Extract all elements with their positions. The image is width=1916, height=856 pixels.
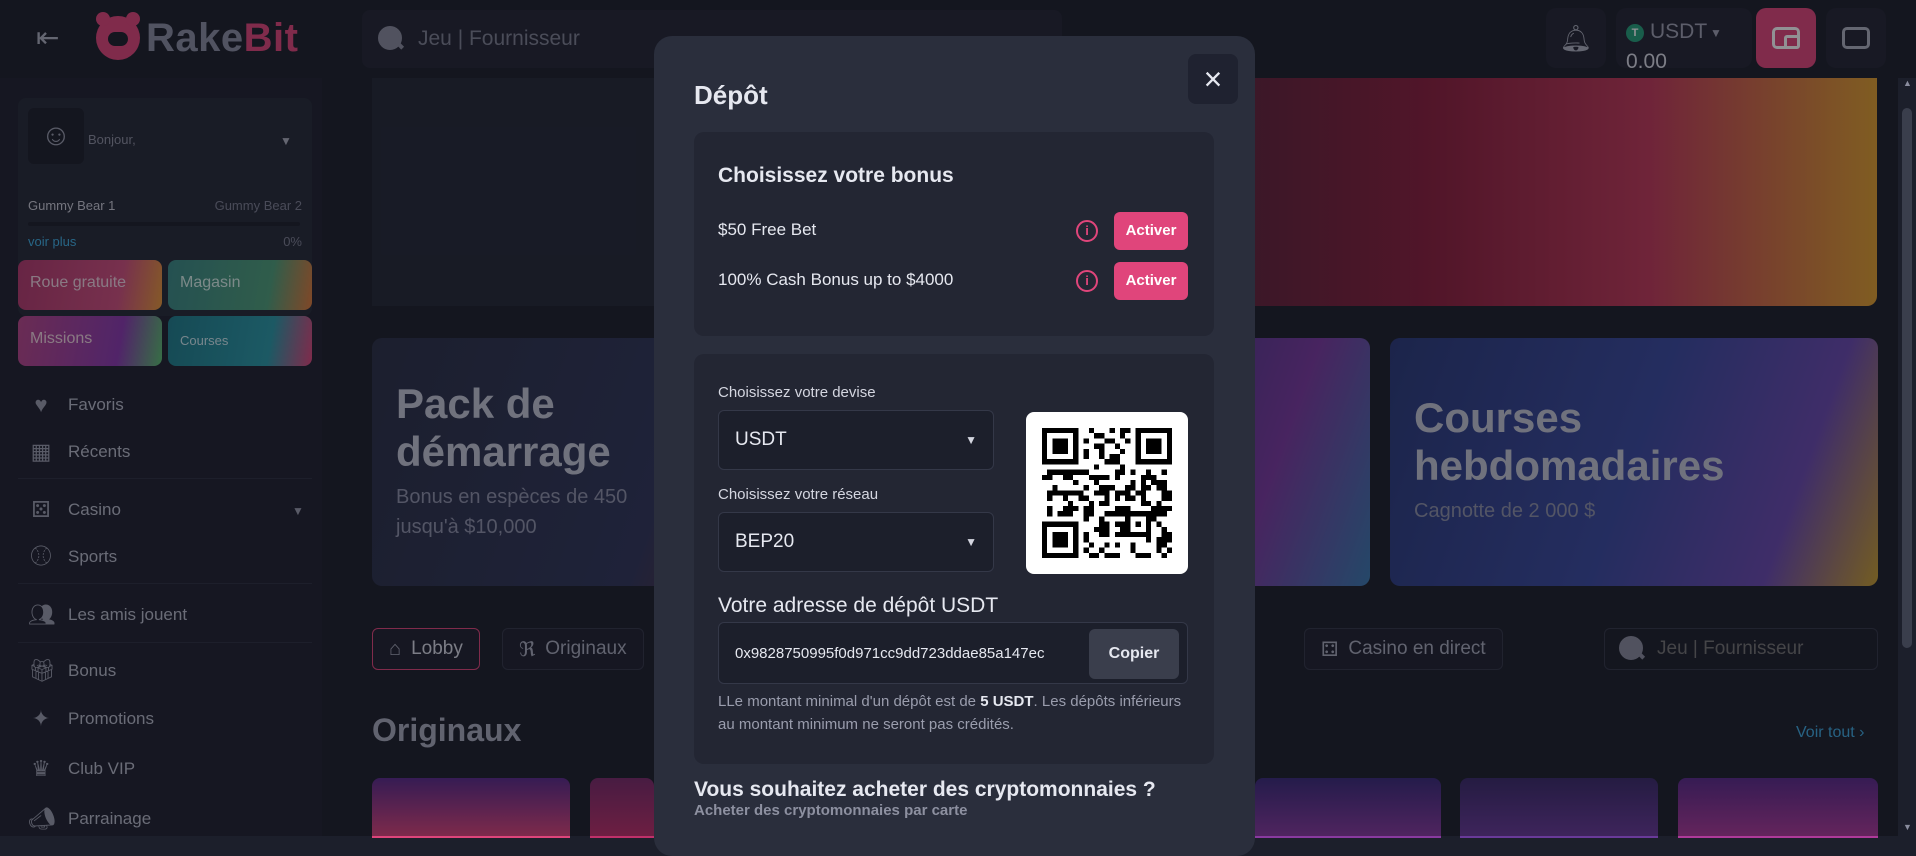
chevron-down-icon: ▼ [965, 433, 977, 447]
network-label: Choisissez votre réseau [718, 486, 879, 503]
info-icon[interactable]: i [1076, 220, 1098, 242]
qr-code-icon [1042, 428, 1172, 558]
address-field[interactable]: 0x9828750995f0d971cc9dd723ddae85a147ec C… [718, 622, 1188, 684]
deposit-address[interactable]: 0x9828750995f0d971cc9dd723ddae85a147ec [735, 645, 1071, 662]
deposit-panel: Choisissez votre devise USDT ▼ Choisisse… [694, 354, 1214, 764]
buy-crypto-subtitle[interactable]: Acheter des cryptomonnaies par carte [694, 802, 967, 819]
scroll-down-icon[interactable]: ▼ [1903, 822, 1912, 832]
bonus-label: $50 Free Bet [718, 220, 817, 239]
bonus-heading: Choisissez votre bonus [718, 164, 954, 187]
deposit-modal: Dépôt × Choisissez votre bonus $50 Free … [654, 36, 1255, 856]
currency-label: Choisissez votre devise [718, 384, 876, 401]
address-title: Votre adresse de dépôt USDT [718, 594, 999, 617]
info-icon[interactable]: i [1076, 270, 1098, 292]
activate-button[interactable]: Activer [1114, 212, 1188, 250]
network-value: BEP20 [735, 531, 795, 552]
bonus-label: 100% Cash Bonus up to $4000 [718, 270, 954, 289]
currency-value: USDT [735, 429, 787, 450]
close-icon: × [1203, 61, 1223, 97]
currency-select[interactable]: USDT ▼ [718, 410, 994, 470]
scroll-up-icon[interactable]: ▲ [1903, 78, 1912, 88]
chevron-down-icon: ▼ [965, 535, 977, 549]
network-select[interactable]: BEP20 ▼ [718, 512, 994, 572]
bonus-row: $50 Free Bet i Activer [718, 212, 1190, 250]
scroll-thumb[interactable] [1902, 108, 1912, 648]
deposit-qr-code [1026, 412, 1188, 574]
activate-button[interactable]: Activer [1114, 262, 1188, 300]
bonus-panel: Choisissez votre bonus $50 Free Bet i Ac… [694, 132, 1214, 336]
buy-crypto-title: Vous souhaitez acheter des cryptomonnaie… [694, 778, 1156, 801]
bonus-row: 100% Cash Bonus up to $4000 i Activer [718, 262, 1190, 300]
minimum-deposit-note: LLe montant minimal d'un dépôt est de 5 … [718, 693, 1182, 733]
modal-title: Dépôt [694, 80, 768, 110]
copy-button[interactable]: Copier [1089, 629, 1179, 679]
close-button[interactable]: × [1188, 54, 1238, 104]
page-scrollbar[interactable]: ▲ ▼ [1898, 78, 1916, 836]
